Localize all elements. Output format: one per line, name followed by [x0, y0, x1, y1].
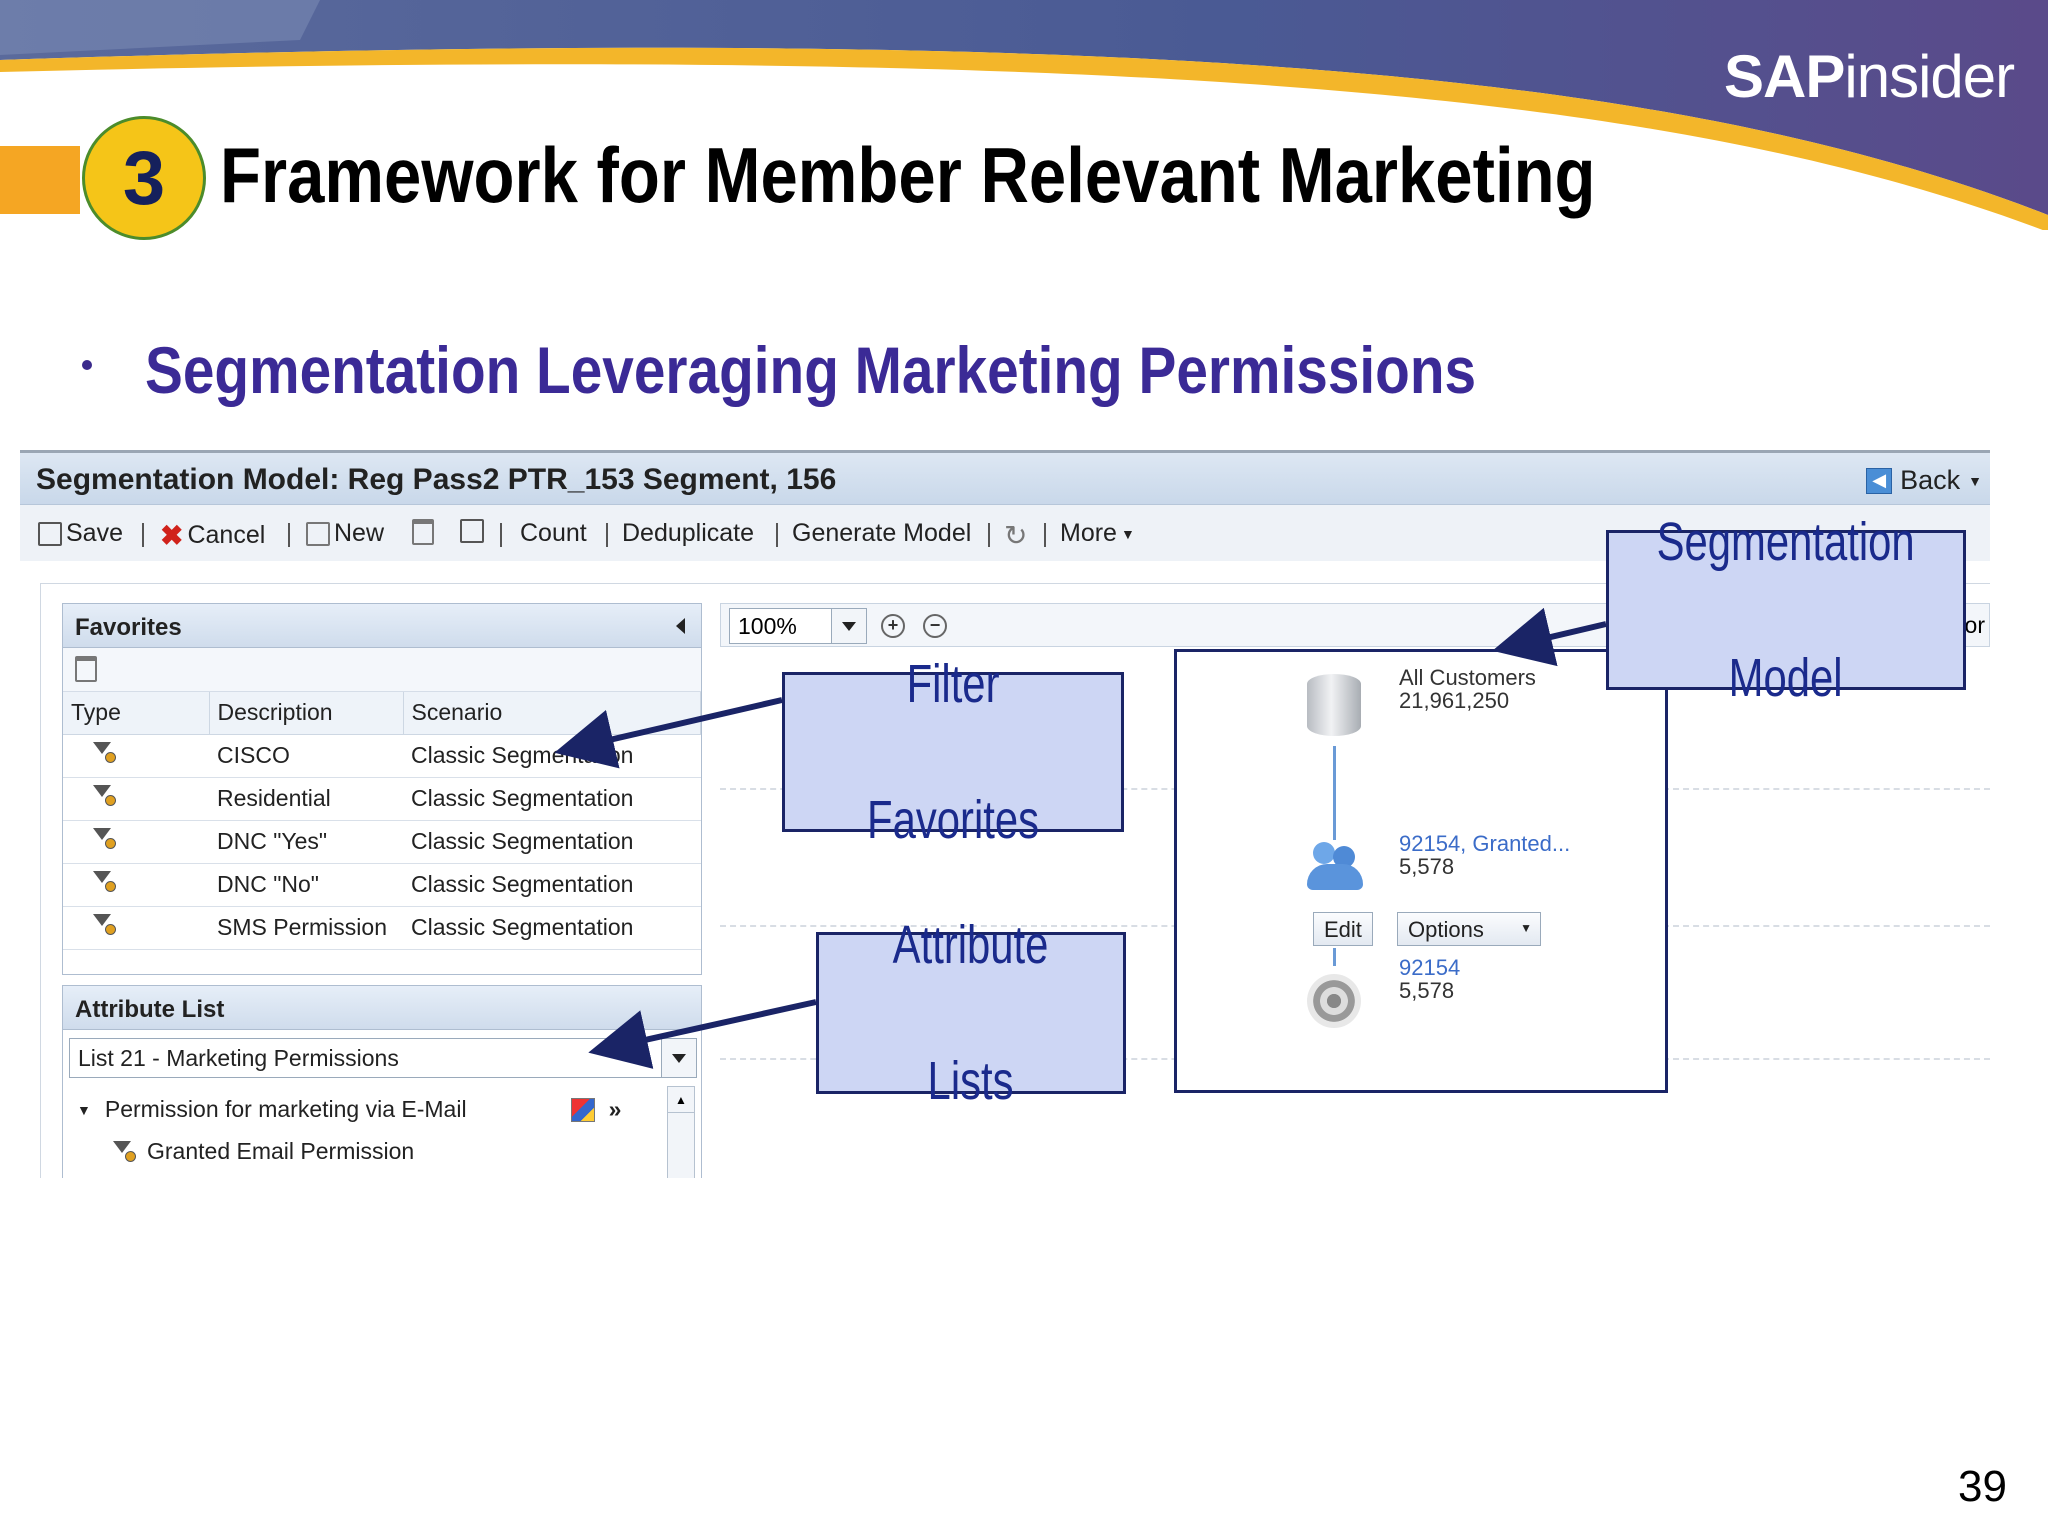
copy-icon [460, 519, 484, 543]
favorite-description: CISCO [209, 734, 403, 778]
zoom-out-icon[interactable]: − [923, 614, 947, 638]
save-icon [38, 521, 62, 546]
page-number: 39 [1958, 1462, 2007, 1511]
target-icon [1307, 974, 1361, 1028]
node-target-group[interactable]: 92154 5,578 [1399, 956, 1460, 1002]
options-button[interactable]: Options ▼ [1397, 912, 1541, 946]
attribute-action-icon[interactable] [570, 1097, 595, 1122]
table-row[interactable]: CISCO Classic Segmentation [63, 734, 701, 778]
favorite-description: SMS Permission [209, 906, 403, 950]
scrollbar[interactable]: ▲ [667, 1086, 695, 1178]
filter-icon [93, 784, 116, 807]
collapse-left-icon[interactable] [676, 618, 685, 634]
chevron-down-icon [672, 1053, 686, 1063]
favorites-panel: Favorites Type Description Scenario CISC… [62, 603, 702, 975]
table-row[interactable]: DNC "No" Classic Segmentation [63, 863, 701, 907]
trash-icon [412, 519, 434, 545]
attribute-list-panel: Attribute List List 21 - Marketing Permi… [62, 985, 702, 1178]
delete-button[interactable] [412, 519, 434, 545]
trash-icon[interactable] [75, 656, 97, 682]
chevron-down-icon: ▼ [1520, 921, 1532, 935]
chevron-down-icon: ▼ [1968, 472, 1982, 489]
database-icon [1307, 674, 1361, 736]
dropdown-button[interactable] [831, 608, 867, 644]
favorites-header: Favorites [63, 604, 701, 648]
favorite-scenario: Classic Segmentation [403, 820, 701, 864]
column-header-type[interactable]: Type [63, 692, 210, 735]
chevron-down-icon [842, 621, 856, 631]
segmentation-model-canvas: All Customers 21,961,250 92154, Granted.… [1174, 649, 1668, 1093]
favorite-scenario: Classic Segmentation [403, 734, 701, 778]
more-dropdown-icon: ▼ [1120, 525, 1135, 542]
app-titlebar: Segmentation Model: Reg Pass2 PTR_153 Se… [20, 453, 1990, 505]
edit-button[interactable]: Edit [1313, 912, 1373, 946]
bullet-dot [82, 360, 92, 370]
filter-icon [113, 1140, 136, 1163]
dropdown-button[interactable] [661, 1038, 697, 1078]
column-header-scenario[interactable]: Scenario [403, 692, 701, 735]
node-granted-segment[interactable]: 92154, Granted... 5,578 [1399, 832, 1570, 878]
table-row[interactable]: SMS Permission Classic Segmentation [63, 906, 701, 950]
section-number-badge: 3 [82, 116, 206, 240]
favorites-toolbar [63, 648, 701, 692]
people-icon [1305, 842, 1365, 894]
favorite-description: DNC "No" [209, 863, 403, 907]
filter-icon [93, 870, 116, 893]
cancel-icon: ✖ [160, 520, 184, 551]
more-button[interactable]: More ▼ [1060, 519, 1135, 548]
copy-button[interactable] [460, 519, 484, 543]
sapinsider-logo: SAPinsider [1724, 43, 2015, 110]
column-header-description[interactable]: Description [209, 692, 404, 735]
connector-line [1333, 948, 1336, 966]
tree-node-permission-email[interactable]: ▼ Permission for marketing via E-Mail » [77, 1096, 621, 1123]
save-button[interactable]: Save [38, 519, 123, 548]
new-button[interactable]: New [306, 519, 384, 548]
refresh-icon[interactable]: ↻ [1004, 519, 1027, 552]
favorite-scenario: Classic Segmentation [403, 777, 701, 821]
table-row[interactable]: DNC "Yes" Classic Segmentation [63, 820, 701, 864]
table-row[interactable]: Residential Classic Segmentation [63, 777, 701, 821]
back-button[interactable]: ◀ Back ▼ [1866, 465, 1982, 496]
count-button[interactable]: Count [520, 519, 587, 548]
node-all-customers[interactable]: All Customers 21,961,250 [1399, 666, 1536, 712]
cancel-button[interactable]: ✖ Cancel [160, 519, 265, 552]
filter-icon [93, 827, 116, 850]
section-accent-bar [0, 146, 80, 214]
favorite-scenario: Classic Segmentation [403, 906, 701, 950]
favorite-scenario: Classic Segmentation [403, 863, 701, 907]
deduplicate-button[interactable]: Deduplicate [622, 519, 754, 548]
zoom-select[interactable]: 100% [729, 608, 867, 644]
expand-icon[interactable]: ▼ [77, 1102, 91, 1118]
tree-node-granted-email[interactable]: Granted Email Permission [113, 1138, 414, 1165]
attribute-list-select[interactable]: List 21 - Marketing Permissions [69, 1038, 697, 1078]
slide-title: Framework for Member Relevant Marketing [220, 131, 1596, 219]
app-title: Segmentation Model: Reg Pass2 PTR_153 Se… [36, 463, 837, 496]
callout-attribute-lists: Attribute Lists [816, 915, 1126, 1111]
zoom-in-icon[interactable]: + [881, 614, 905, 638]
favorite-description: Residential [209, 777, 403, 821]
scroll-up-icon[interactable]: ▲ [668, 1087, 694, 1113]
double-chevron-icon[interactable]: » [609, 1096, 622, 1123]
attribute-list-header: Attribute List [63, 986, 701, 1030]
back-icon: ◀ [1866, 467, 1893, 494]
favorites-table: Type Description Scenario CISCO Classic … [63, 692, 701, 950]
new-document-icon [306, 521, 330, 546]
generate-model-button[interactable]: Generate Model [792, 519, 971, 548]
slide-subtitle: Segmentation Leveraging Marketing Permis… [145, 333, 1477, 407]
connector-line [1333, 746, 1336, 840]
callout-filter-favorites: Filter Favorites [782, 654, 1124, 850]
filter-icon [93, 913, 116, 936]
callout-segmentation-model: Segmentation Model [1606, 512, 1966, 708]
filter-icon [93, 741, 116, 764]
favorite-description: DNC "Yes" [209, 820, 403, 864]
